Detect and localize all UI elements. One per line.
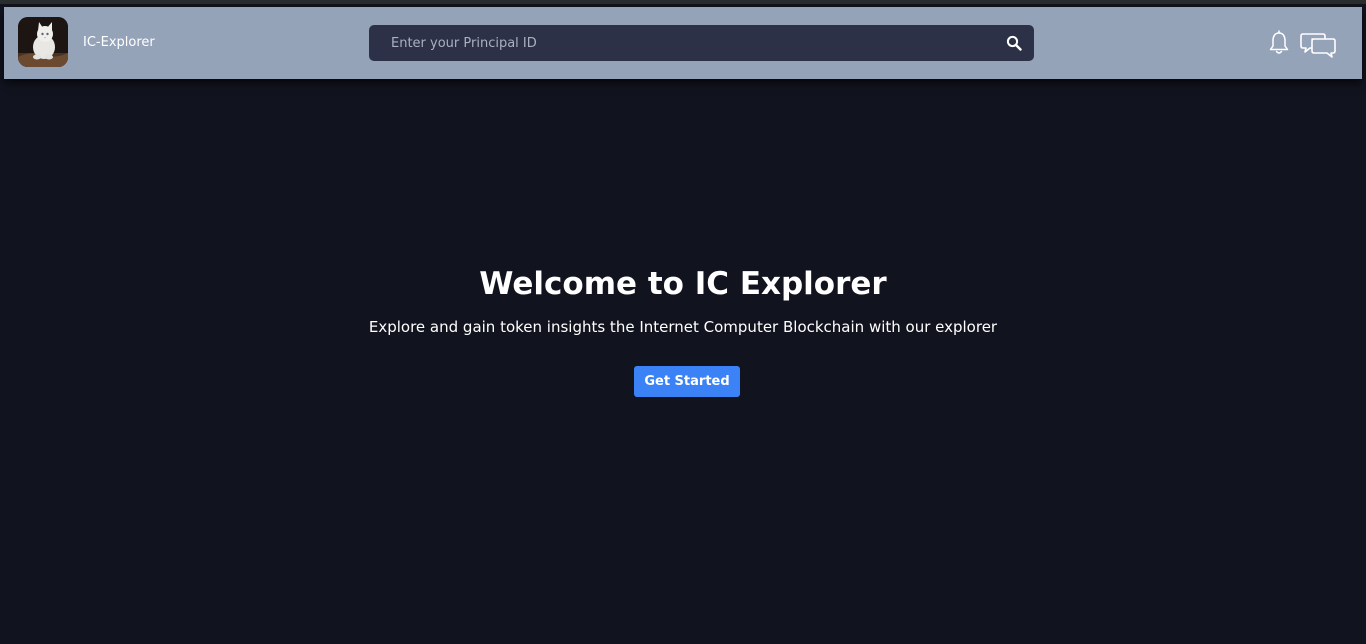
bell-icon[interactable] bbox=[1267, 30, 1291, 56]
hero-title: Welcome to IC Explorer bbox=[479, 266, 887, 302]
brand-name[interactable]: IC-Explorer bbox=[83, 34, 155, 52]
hero-subtitle: Explore and gain token insights the Inte… bbox=[368, 318, 998, 336]
search-bar bbox=[369, 25, 1034, 61]
search-icon[interactable] bbox=[1006, 35, 1022, 51]
principal-id-search-input[interactable] bbox=[369, 25, 1034, 61]
hero-section: Welcome to IC Explorer Explore and gain … bbox=[0, 262, 1366, 338]
get-started-button[interactable]: Get Started bbox=[634, 366, 740, 397]
top-navbar: IC-Explorer bbox=[4, 7, 1362, 79]
chat-icon[interactable] bbox=[1300, 31, 1336, 59]
window-top-edge bbox=[0, 0, 1366, 4]
cat-logo[interactable] bbox=[18, 17, 68, 67]
